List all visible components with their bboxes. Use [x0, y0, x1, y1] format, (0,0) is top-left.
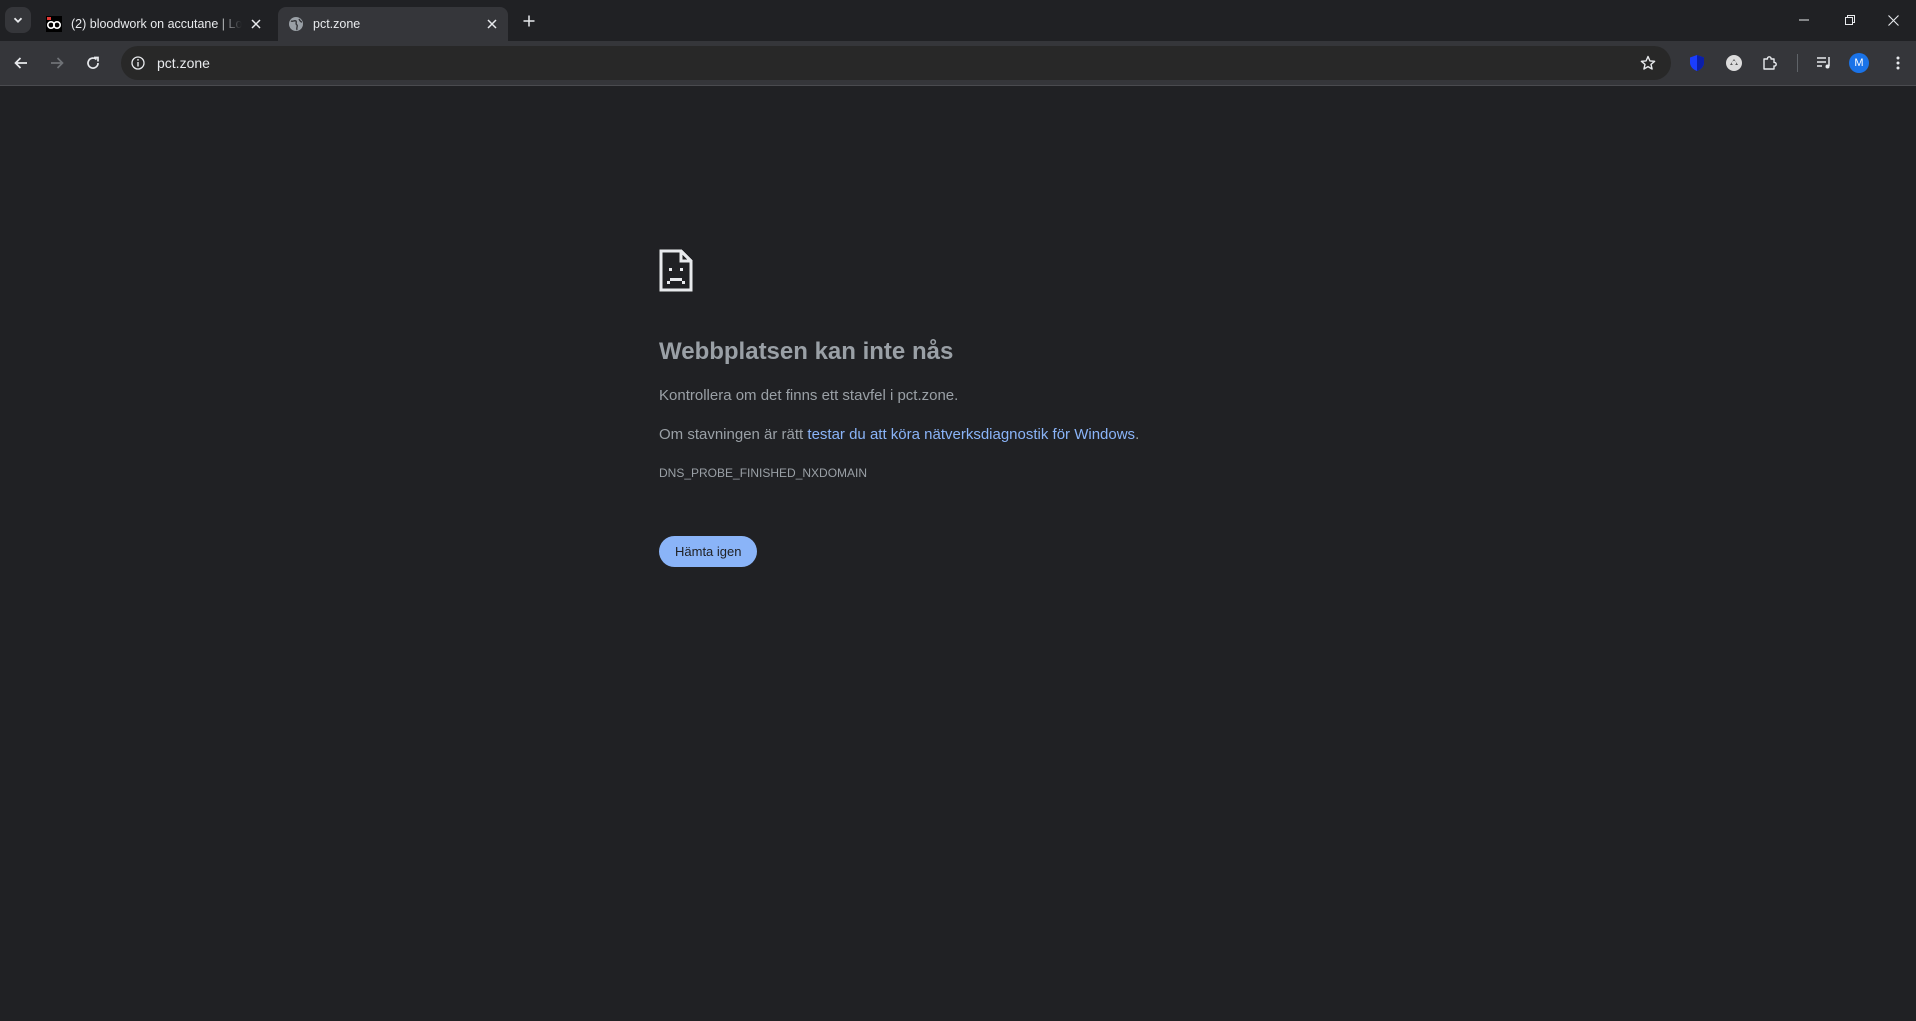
title-bar: (2) bloodwork on accutane | Lo pct.zone: [0, 0, 1916, 41]
error-page: Webbplatsen kan inte nås Kontrollera om …: [0, 86, 1916, 1021]
tab-pct-zone[interactable]: pct.zone: [278, 7, 508, 41]
restore-icon: [1845, 15, 1855, 25]
globe-icon: [289, 17, 303, 31]
tab-bloodwork[interactable]: (2) bloodwork on accutane | Lo: [36, 7, 272, 41]
reload-page-button[interactable]: Hämta igen: [659, 536, 758, 567]
info-icon: [131, 56, 145, 70]
puzzle-icon: [1763, 56, 1777, 70]
menu-button[interactable]: [1886, 51, 1910, 75]
url-text[interactable]: pct.zone: [157, 55, 210, 71]
tab-search-button[interactable]: [5, 7, 31, 33]
forward-button[interactable]: [41, 47, 73, 79]
star-icon: [1640, 55, 1656, 70]
window-close-button[interactable]: [1870, 0, 1916, 40]
site-info-button[interactable]: [129, 54, 147, 72]
network-diagnostics-link[interactable]: testar du att köra nätverksdiagnostik fö…: [807, 426, 1135, 443]
back-button[interactable]: [5, 47, 37, 79]
shield-icon: [1690, 55, 1704, 71]
error-suggestion: Kontrollera om det finns ett stavfel i p…: [659, 387, 959, 404]
diagnostics-suffix: .: [1135, 426, 1140, 443]
new-tab-button[interactable]: [517, 9, 541, 33]
extensions-button[interactable]: [1758, 51, 1782, 75]
minimize-icon: [1799, 19, 1809, 21]
media-controls-button[interactable]: [1812, 51, 1836, 75]
minimize-button[interactable]: [1781, 0, 1827, 40]
close-icon: [487, 19, 497, 29]
restore-button[interactable]: [1827, 0, 1873, 40]
plus-icon: [523, 15, 535, 27]
reload-button[interactable]: [77, 47, 109, 79]
reload-icon: [87, 56, 99, 69]
error-diagnostics-text: Om stavningen är rätt testar du att köra…: [659, 426, 1139, 443]
close-tab-button[interactable]: [248, 16, 264, 32]
extension-shield-button[interactable]: [1685, 51, 1709, 75]
diagnostics-prefix: Om stavningen är rätt: [659, 426, 808, 443]
window-close-icon: [1887, 14, 1899, 26]
bookmark-button[interactable]: [1639, 54, 1657, 72]
more-vertical-icon: [1896, 56, 1900, 70]
sad-page-icon: [659, 249, 693, 292]
close-tab-button[interactable]: [484, 16, 500, 32]
toolbar: pct.zone M: [0, 41, 1916, 85]
back-icon: [14, 57, 27, 69]
toolbar-divider: [1797, 54, 1798, 72]
error-code: DNS_PROBE_FINISHED_NXDOMAIN: [659, 466, 868, 480]
error-heading: Webbplatsen kan inte nås: [659, 338, 954, 365]
chevron-down-icon: [13, 17, 23, 23]
forward-icon: [51, 57, 64, 69]
tab-title: (2) bloodwork on accutane | Lo: [71, 17, 242, 31]
extension-circle-button[interactable]: [1722, 51, 1746, 75]
tab-title: pct.zone: [313, 17, 361, 31]
address-bar[interactable]: pct.zone: [121, 46, 1671, 80]
extension-circle-icon: [1726, 55, 1742, 71]
profile-avatar[interactable]: M: [1849, 53, 1869, 73]
close-icon: [251, 19, 261, 29]
site-favicon: [46, 16, 62, 32]
media-icon: [1817, 57, 1830, 69]
